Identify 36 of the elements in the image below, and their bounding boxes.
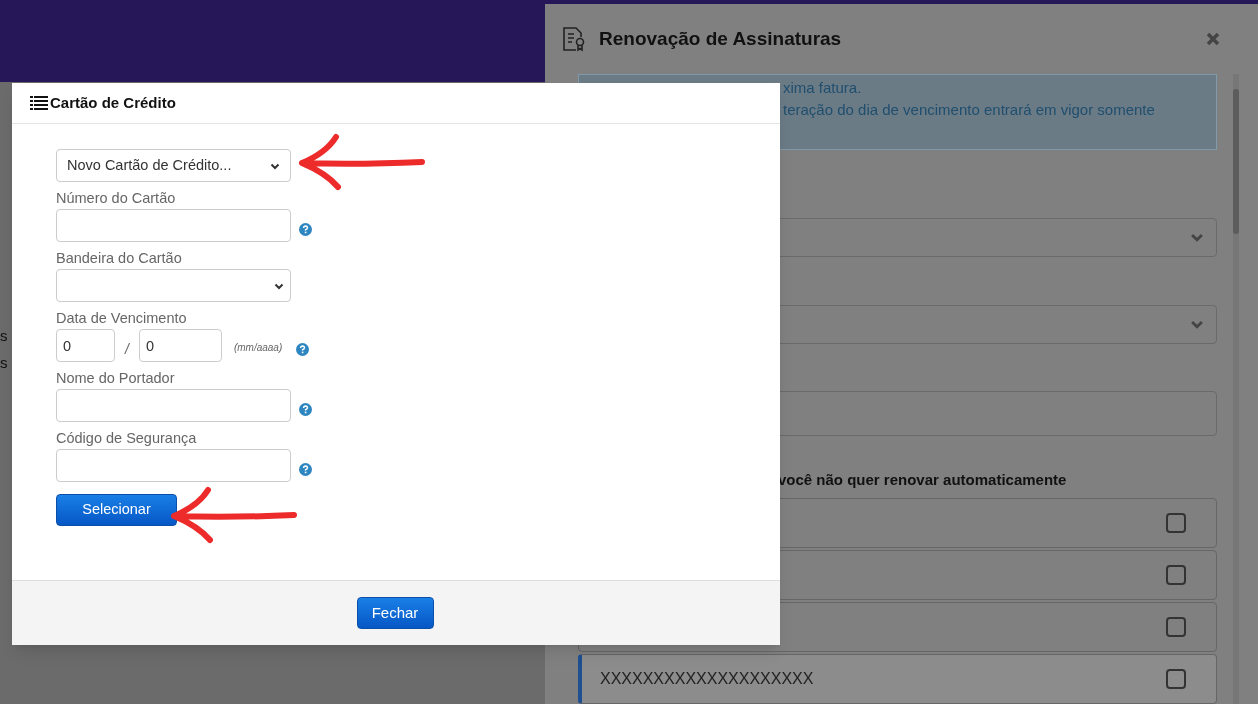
close-icon (1206, 31, 1220, 46)
checkbox[interactable] (1166, 565, 1186, 585)
page-text: s (0, 352, 8, 373)
close-button[interactable]: Fechar (356, 597, 434, 629)
date-format-hint: (mm/aaaa) (233, 341, 283, 355)
checkbox[interactable] (1166, 617, 1186, 637)
help-icon[interactable] (299, 463, 312, 476)
modal-title: Cartão de Crédito (50, 92, 176, 113)
page-text: s (0, 326, 8, 346)
row-label: XXXXXXXXXXXXXXXXXXXX (600, 669, 814, 689)
field-label: Nome do Portador (56, 369, 176, 387)
field-label: Bandeira do Cartão (56, 249, 183, 267)
info-text: xima fatura. (783, 77, 863, 98)
year-field[interactable]: 0 (138, 329, 222, 362)
text-field[interactable] (56, 449, 291, 482)
list-icon (30, 96, 48, 110)
field-label: Data de Vencimento (56, 309, 188, 327)
certificate-document-icon (561, 25, 587, 52)
list-row[interactable]: XXXXXXXXXXXXXXXXXXXX (578, 654, 1217, 704)
panel-title: Renovação de Assinaturas (599, 26, 842, 51)
card-select[interactable]: Novo Cartão de Crédito... (56, 149, 291, 182)
help-icon[interactable] (299, 223, 312, 236)
list-heading: você não quer renovar automaticamente (777, 469, 1068, 490)
text-field[interactable] (56, 389, 291, 422)
text-field[interactable] (56, 209, 291, 242)
info-text: teração do dia de vencimento entrará em vigor somente (783, 99, 1156, 120)
checkbox[interactable] (1166, 669, 1186, 689)
help-icon[interactable] (296, 343, 310, 356)
field-label: Número do Cartão (56, 189, 177, 207)
month-field[interactable]: 0 (56, 329, 115, 362)
help-icon[interactable] (299, 403, 312, 416)
date-separator: / (125, 340, 129, 359)
checkbox[interactable] (1166, 513, 1186, 533)
close-button[interactable] (1206, 31, 1220, 46)
field-label: Código de Segurança (56, 429, 198, 447)
select-button[interactable]: Selecionar (56, 494, 177, 526)
